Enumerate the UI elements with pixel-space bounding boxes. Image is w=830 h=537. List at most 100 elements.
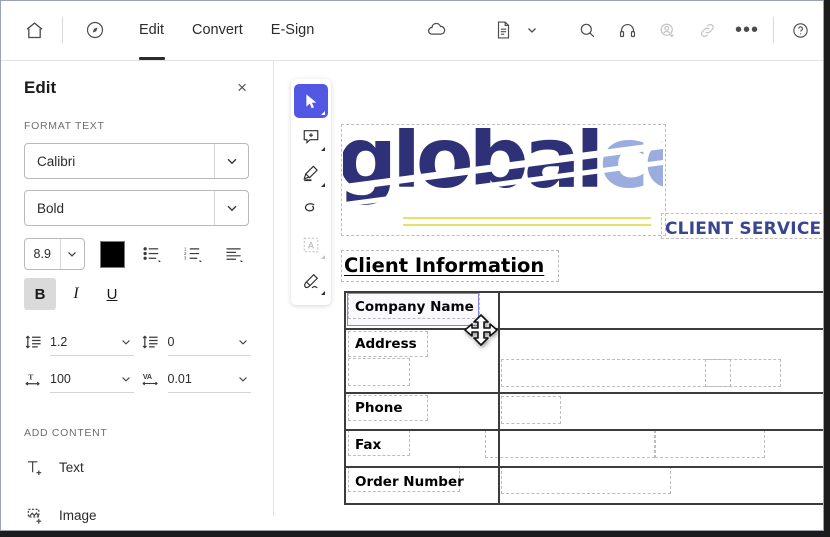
text-select-tool: A [294,228,328,262]
paragraph-spacing-control: 0 [140,328,251,356]
numbered-list-icon[interactable]: 1 2 3 [179,239,207,269]
format-text-section-label: FORMAT TEXT [24,120,105,132]
svg-text:3: 3 [184,255,187,260]
table-cell-value[interactable] [500,468,824,503]
font-family-select[interactable]: Calibri [24,143,249,179]
highlight-tool[interactable] [294,156,328,190]
tool-menu-indicator [321,183,325,187]
select-tool[interactable] [294,84,328,118]
company-logo: globalcorp [343,128,663,236]
cloud-icon[interactable] [416,9,458,51]
top-toolbar: Edit Convert E-Sign ••• [0,0,824,61]
toolbar-divider [62,17,63,43]
client-service-heading: CLIENT SERVICE [665,219,822,239]
tool-menu-indicator [321,111,325,115]
spacing-controls: 1.2 0 T 100 VA 0.01 [0,328,273,393]
edit-panel: Edit × FORMAT TEXT Calibri Bold 8.9 1 2 … [0,61,274,524]
paragraph-spacing-input[interactable]: 0 [167,328,251,356]
headphones-icon[interactable] [607,10,647,50]
document-icon[interactable] [486,10,520,50]
toolbar-right-group: ••• [567,0,824,60]
table-cell-value[interactable] [500,431,824,466]
toolbar-left-group: Edit Convert E-Sign [0,0,328,60]
chevron-down-icon[interactable] [237,373,249,385]
edit-panel-header: Edit × [0,61,273,98]
font-style-select[interactable]: Bold [24,190,249,226]
add-image-button[interactable]: Image [0,495,273,535]
add-image-label: Image [59,507,97,523]
add-text-icon [24,458,46,477]
line-spacing-input[interactable]: 1.2 [50,328,134,356]
chevron-down-icon[interactable] [59,239,84,269]
font-controls: Calibri Bold [0,143,273,226]
tab-esign[interactable]: E-Sign [257,0,329,60]
comment-tool[interactable] [294,120,328,154]
table-row[interactable]: Phone [345,393,824,431]
font-size-select[interactable]: 8.9 [24,238,85,270]
character-spacing-icon: VA [140,367,162,391]
tab-esign-label: E-Sign [270,22,315,38]
pdf-page[interactable]: globalcorp CLIENT SERVICE Client Informa… [275,62,824,516]
horizontal-scale-input[interactable]: 100 [50,365,134,393]
svg-text:VA: VA [142,372,151,381]
help-icon[interactable] [780,10,820,50]
character-spacing-control: VA 0.01 [140,365,251,393]
selected-text-field[interactable] [347,293,479,326]
chevron-down-icon[interactable] [214,144,248,178]
link-icon [687,10,727,50]
tab-convert-label: Convert [192,22,243,38]
bold-button[interactable]: B [24,278,56,310]
character-spacing-input[interactable]: 0.01 [167,365,251,393]
text-style-buttons: B I U [0,278,273,310]
svg-text:T: T [28,372,33,381]
home-icon[interactable] [12,8,56,52]
table-cell-label: Order Number [355,474,464,490]
italic-button[interactable]: I [60,278,92,310]
table-cell-value[interactable] [500,330,824,392]
text-align-icon[interactable] [221,239,249,269]
client-information-heading: Client Information [344,254,545,277]
draw-lasso-tool[interactable] [294,192,328,226]
tab-edit[interactable]: Edit [125,0,178,60]
signature-tool[interactable] [294,264,328,298]
logo-accent-bar [403,224,651,226]
annotation-tool-rail: A [291,79,331,305]
table-cell-label: Phone [355,400,403,416]
document-canvas[interactable]: globalcorp CLIENT SERVICE Client Informa… [275,62,824,516]
font-family-value: Calibri [37,153,76,169]
paragraph-spacing-value: 0 [167,334,175,349]
table-cell-value[interactable] [500,394,824,429]
tool-menu-indicator [321,291,325,295]
page-title: Edit [24,77,57,97]
chevron-down-icon[interactable] [522,10,542,50]
text-color-swatch[interactable] [99,240,126,268]
bulleted-list-icon[interactable] [138,239,166,269]
chevron-down-icon[interactable] [237,336,249,348]
add-person-icon [647,10,687,50]
more-dots: ••• [734,19,759,41]
toolbar-center-group [416,9,542,51]
add-text-button[interactable]: Text [0,447,273,487]
size-and-list-controls: 8.9 1 2 3 [0,238,273,270]
add-content-section-label: ADD CONTENT [24,427,108,439]
font-style-value: Bold [37,200,65,216]
table-cell-value[interactable] [500,293,824,328]
table-row[interactable]: Order Number [345,467,824,505]
more-options-icon[interactable]: ••• [727,10,767,50]
table-row[interactable]: Address [345,329,824,394]
character-spacing-value: 0.01 [167,371,192,386]
close-icon[interactable]: × [233,77,251,98]
chevron-down-icon[interactable] [120,336,132,348]
underline-button[interactable]: U [96,278,128,310]
table-cell-label: Fax [355,437,382,453]
search-icon[interactable] [567,10,607,50]
chevron-down-icon[interactable] [120,373,132,385]
scan-tool-icon[interactable] [75,10,115,50]
line-spacing-icon [22,330,44,354]
table-row[interactable]: Fax [345,430,824,468]
horizontal-scale-value: 100 [50,371,71,386]
tab-convert[interactable]: Convert [178,0,257,60]
line-spacing-control: 1.2 [22,328,134,356]
chevron-down-icon[interactable] [214,191,248,225]
font-size-value: 8.9 [33,247,51,261]
